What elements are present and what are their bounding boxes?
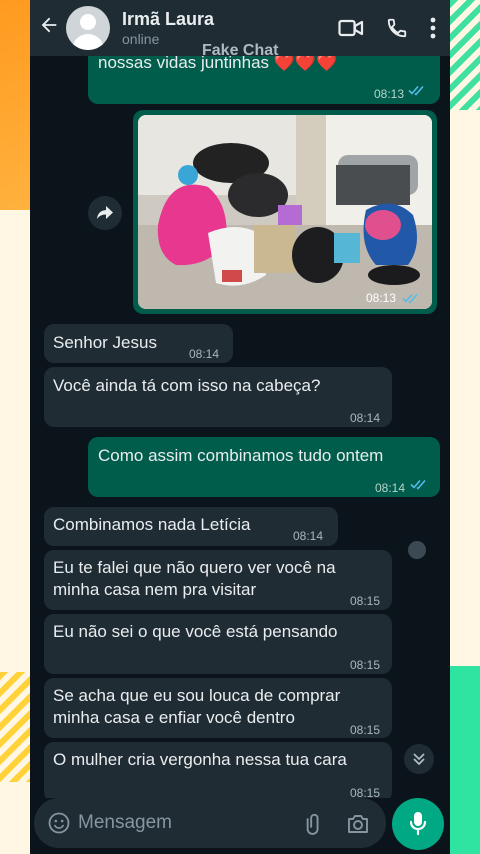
scroll-to-bottom-button[interactable] xyxy=(404,744,434,774)
message-text: Eu não sei o que você está pensando xyxy=(53,622,338,641)
message-text: minha casa nem pra visitar xyxy=(53,580,257,599)
forward-icon[interactable] xyxy=(88,196,122,230)
message-time: 08:15 xyxy=(350,723,381,737)
attach-icon[interactable] xyxy=(302,812,326,841)
video-call-icon[interactable] xyxy=(338,18,364,38)
decoration-green-stripes xyxy=(450,0,480,110)
message-input[interactable]: Mensagem xyxy=(78,812,172,834)
message-bubble-outgoing[interactable]: Como assim combinamos tudo ontem 08:14 xyxy=(88,437,440,497)
message-text: nossas vidas juntinhas ❤️❤️❤️ xyxy=(98,56,338,72)
message-text: Eu te falei que não quero ver você na xyxy=(53,558,336,577)
read-ticks-icon xyxy=(410,479,426,490)
message-bubble-incoming[interactable]: Você ainda tá com isso na cabeça? 08:14 xyxy=(44,367,392,427)
message-text: Como assim combinamos tudo ontem xyxy=(98,446,384,465)
decoration-yellow-stripes xyxy=(0,672,30,782)
message-time: 08:15 xyxy=(350,658,381,672)
message-text: Você ainda tá com isso na cabeça? xyxy=(53,376,321,395)
image-message[interactable]: 08:13 xyxy=(133,110,437,314)
message-time: 08:13 xyxy=(366,291,397,305)
camera-icon[interactable] xyxy=(346,813,370,840)
message-time: 08:13 xyxy=(374,87,405,101)
more-vert-icon[interactable] xyxy=(430,17,436,39)
read-ticks-icon xyxy=(408,85,424,96)
mic-button[interactable] xyxy=(392,798,444,850)
double-chevron-down-icon xyxy=(413,753,425,766)
message-time: 08:14 xyxy=(375,481,406,495)
photo-luggage[interactable]: 08:13 xyxy=(138,115,432,309)
decoration-orange xyxy=(0,0,30,210)
message-time: 08:15 xyxy=(350,786,381,798)
message-text: Combinamos nada Letícia xyxy=(53,515,251,534)
message-bubble-incoming[interactable]: Se acha que eu sou louca de comprar minh… xyxy=(44,678,392,738)
message-text: O mulher cria vergonha nessa tua cara xyxy=(53,750,347,769)
message-time: 08:14 xyxy=(293,529,324,543)
phone-icon[interactable] xyxy=(386,17,408,39)
message-bubble-incoming[interactable]: Eu te falei que não quero ver você na mi… xyxy=(44,550,392,610)
back-arrow-icon[interactable] xyxy=(32,14,66,43)
message-bubble-incoming[interactable]: O mulher cria vergonha nessa tua cara 08… xyxy=(44,742,392,798)
message-list[interactable]: nossas vidas juntinhas ❤️❤️❤️ 08:13 08:1… xyxy=(30,56,450,798)
decoration-green xyxy=(450,666,480,854)
contact-name: Irmã Laura xyxy=(122,9,215,29)
message-time: 08:15 xyxy=(350,594,381,608)
emoji-icon[interactable] xyxy=(48,812,70,839)
message-bubble-incoming[interactable]: Senhor Jesus 08:14 xyxy=(44,324,233,363)
scroll-indicator xyxy=(408,541,426,559)
message-text: Senhor Jesus xyxy=(53,333,157,352)
mic-icon xyxy=(409,812,427,836)
message-text: Se acha que eu sou louca de comprar xyxy=(53,686,341,705)
message-bubble-incoming[interactable]: Combinamos nada Letícia 08:14 xyxy=(44,507,338,546)
avatar[interactable] xyxy=(66,6,110,50)
message-time: 08:14 xyxy=(189,347,220,361)
read-ticks-icon xyxy=(402,293,418,304)
message-time: 08:14 xyxy=(350,411,381,425)
message-text: minha casa e enfiar você dentro xyxy=(53,708,295,727)
chat-screen: Irmã Laura online Fake Chat nossas vidas… xyxy=(30,0,450,854)
message-composer[interactable]: Mensagem xyxy=(34,798,386,848)
message-bubble-outgoing[interactable]: nossas vidas juntinhas ❤️❤️❤️ 08:13 xyxy=(88,56,440,104)
message-bubble-incoming[interactable]: Eu não sei o que você está pensando 08:1… xyxy=(44,614,392,674)
